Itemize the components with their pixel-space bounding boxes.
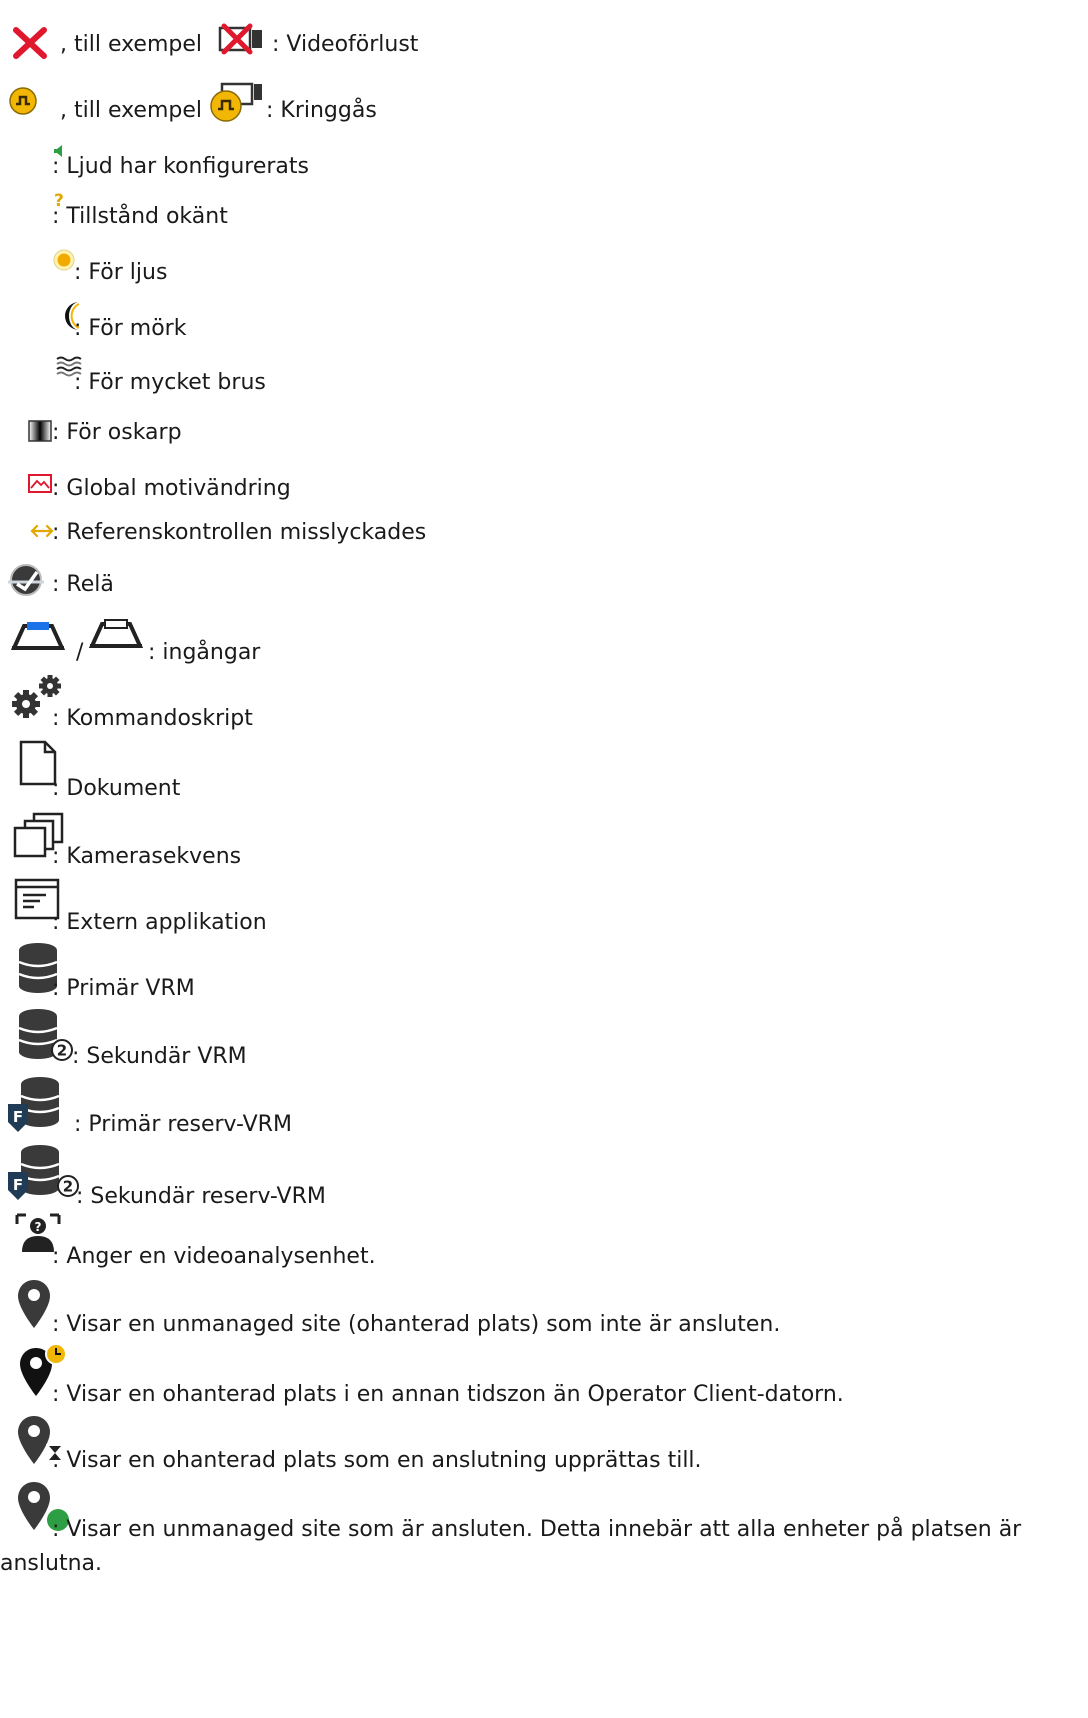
legend-label: : För mycket brus bbox=[74, 370, 266, 395]
legend-label: : För ljus bbox=[74, 260, 168, 285]
legend-row-bypassed: , till exempel : Kringgås bbox=[0, 80, 1088, 134]
svg-text:2: 2 bbox=[57, 1042, 67, 1060]
legend-row-site-connecting: : Visar en ohanterad plats som en anslut… bbox=[0, 1414, 1088, 1474]
legend-label: : Visar en ohanterad plats som en anslut… bbox=[52, 1448, 702, 1473]
legend-row-video-analytics: ? : Anger en videoanalysenhet. bbox=[0, 1210, 1088, 1270]
sun-icon bbox=[53, 249, 75, 271]
legend-row-reference-check-failed: : Referenskontrollen misslyckades bbox=[0, 518, 1088, 558]
legend-label: : Kamerasekvens bbox=[52, 844, 242, 869]
legend-row-external-application: : Extern applikation bbox=[0, 876, 1088, 936]
legend-row-camera-sequence: : Kamerasekvens bbox=[0, 808, 1088, 869]
legend-row-video-loss: , till exempel : Videoförlust bbox=[0, 0, 1088, 70]
legend-row-too-noisy: : För mycket brus bbox=[0, 354, 1088, 398]
legend-row-site-timezone: : Visar en ohanterad plats i en annan ti… bbox=[0, 1342, 1088, 1407]
legend-row-primary-vrm: : Primär VRM bbox=[0, 942, 1088, 1002]
camera-bypassed-icon bbox=[210, 82, 262, 122]
legend-row-too-blurry: : För oskarp bbox=[0, 418, 1088, 458]
legend-label: : Relä bbox=[52, 572, 114, 597]
svg-text:?: ? bbox=[35, 1220, 42, 1234]
legend-label: : Primär reserv-VRM bbox=[74, 1112, 292, 1137]
legend-row-unknown: ? : Tillstånd okänt bbox=[0, 191, 1088, 232]
svg-text:F: F bbox=[13, 1176, 23, 1194]
input-inactive-icon bbox=[88, 619, 144, 648]
legend-label: : Tillstånd okänt bbox=[52, 204, 228, 229]
legend-label: : Sekundär reserv-VRM bbox=[76, 1184, 326, 1209]
legend-label: : Sekundär VRM bbox=[72, 1044, 247, 1069]
legend-label: : Dokument bbox=[52, 776, 181, 801]
legend-prefix: , till exempel bbox=[60, 32, 203, 57]
legend-row-too-bright: : För ljus bbox=[0, 246, 1088, 290]
database-secondary-icon: 2 bbox=[18, 1009, 73, 1061]
legend-label: : Videoförlust bbox=[272, 32, 419, 57]
legend-label: : Global motivändring bbox=[52, 476, 291, 501]
legend-row-primary-failover-vrm: F : Primär reserv-VRM bbox=[0, 1076, 1088, 1137]
svg-text:2: 2 bbox=[63, 1178, 73, 1196]
legend-row-global-scene-change: : Global motivändring bbox=[0, 472, 1088, 512]
legend-label: : Extern applikation bbox=[52, 910, 267, 935]
relay-icon bbox=[8, 564, 44, 596]
camera-video-loss-icon bbox=[218, 23, 262, 55]
legend-label: : Referenskontrollen misslyckades bbox=[52, 520, 427, 545]
legend-row-relay: : Relä bbox=[0, 560, 1088, 610]
reference-arrows-icon bbox=[30, 524, 54, 538]
legend-row-command-script: : Kommandoskript bbox=[0, 670, 1088, 731]
legend-label: : Visar en ohanterad plats i en annan ti… bbox=[52, 1382, 844, 1407]
red-x-icon bbox=[13, 27, 47, 59]
legend-label: : Kommandoskript bbox=[52, 706, 253, 731]
legend-separator: / bbox=[76, 640, 84, 665]
legend-row-audio: : Ljud har konfigurerats bbox=[0, 142, 1088, 182]
blur-icon bbox=[28, 420, 52, 442]
database-failover-icon: F bbox=[8, 1077, 60, 1132]
location-pin-icon bbox=[18, 1280, 50, 1328]
legend-row-secondary-vrm: 2 : Sekundär VRM bbox=[0, 1008, 1088, 1069]
legend-row-inputs: / : ingångar bbox=[0, 614, 1088, 670]
bypass-icon bbox=[9, 87, 37, 115]
legend-row-document: : Dokument bbox=[0, 740, 1088, 801]
legend-label: : Kringgås bbox=[266, 98, 377, 123]
legend-prefix: , till exempel bbox=[60, 98, 203, 123]
database-failover-secondary-icon: F 2 bbox=[8, 1145, 79, 1200]
legend-row-too-dark: : För mörk bbox=[0, 298, 1088, 342]
legend-row-site-unconnected: : Visar en unmanaged site (ohanterad pla… bbox=[0, 1278, 1088, 1338]
input-active-icon bbox=[10, 622, 66, 650]
legend-label-site-connected: : Visar en unmanaged site som är anslute… bbox=[0, 1517, 1022, 1576]
scene-change-icon bbox=[28, 474, 52, 493]
legend-label: : För oskarp bbox=[52, 420, 182, 445]
legend-label: : Ljud har konfigurerats bbox=[52, 154, 309, 179]
legend-label: : För mörk bbox=[74, 316, 187, 341]
svg-text:F: F bbox=[13, 1108, 23, 1126]
legend-row-secondary-failover-vrm: F 2 : Sekundär reserv-VRM bbox=[0, 1144, 1088, 1209]
legend-label: : Primär VRM bbox=[52, 976, 195, 1001]
legend-label: : ingångar bbox=[148, 640, 261, 665]
legend-label: : Anger en videoanalysenhet. bbox=[52, 1244, 376, 1269]
legend-label: : Visar en unmanaged site (ohanterad pla… bbox=[52, 1312, 781, 1337]
